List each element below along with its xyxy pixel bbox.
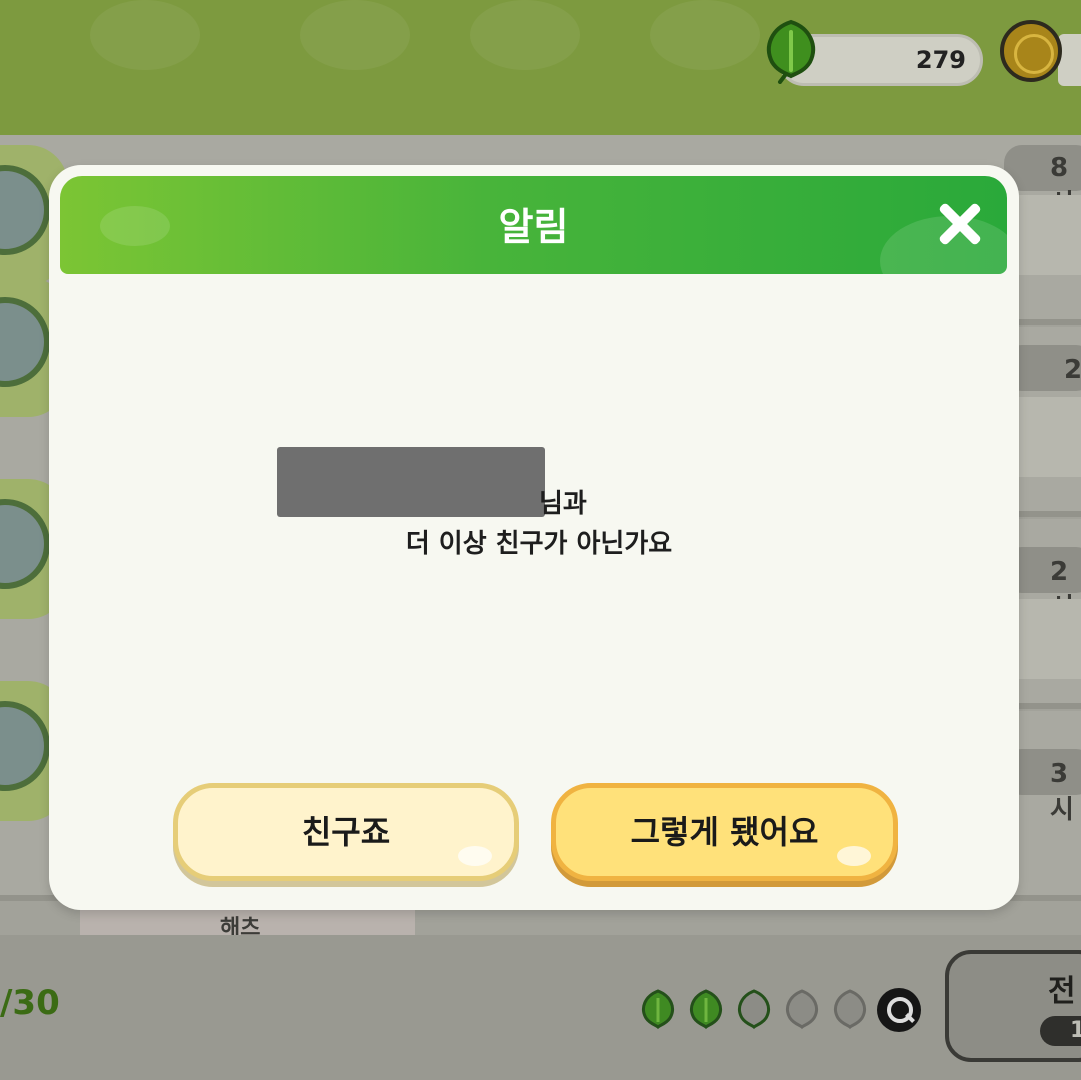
leaf-icon [834,989,866,1030]
confirm-unfriend-label: 그렇게 됐어요 [630,813,819,851]
background-pattern [300,0,410,70]
coin-counter[interactable] [1058,34,1081,86]
coin-icon [1000,20,1062,82]
leaf-icon [786,989,818,1030]
gift-card [1018,195,1081,275]
leaf-icon [642,989,674,1030]
still-friends-button[interactable]: 친구죠 [173,783,519,881]
leaf-energy-bar [636,988,872,1032]
background-pattern [90,0,200,70]
dialog-header: 알림 [60,176,1007,274]
gift-card [1018,599,1081,679]
still-friends-label: 친구죠 [301,813,391,851]
time-text: 3시 [1050,759,1074,825]
dialog-message-line2: 더 이상 친구가 아닌가요 [405,529,673,559]
button-shine [458,846,492,866]
notice-dialog: 알림 님과 더 이상 친구가 아닌가요 친구죠 그렇게 됐어요 [49,165,1019,910]
dialog-message-line1: 님과 [539,489,587,519]
leaf-icon [766,19,816,84]
leaf-count: 279 [915,46,966,74]
search-icon[interactable] [877,988,921,1032]
confirm-unfriend-button[interactable]: 그렇게 됐어요 [551,783,898,881]
gift-card [1018,397,1081,477]
background-pattern [470,0,580,70]
background-pattern [650,0,760,70]
close-icon[interactable] [936,200,984,248]
leaf-icon [690,989,722,1030]
button-shine [837,846,871,866]
count-chip-text: 1 [1070,1018,1081,1043]
time-text: 2 [1064,355,1081,385]
friend-count: /30 [0,983,60,1023]
dialog-title: 알림 [498,205,569,249]
redacted-username [277,447,545,517]
leaf-icon [738,989,770,1030]
send-all-label: 전 [1048,974,1076,1009]
